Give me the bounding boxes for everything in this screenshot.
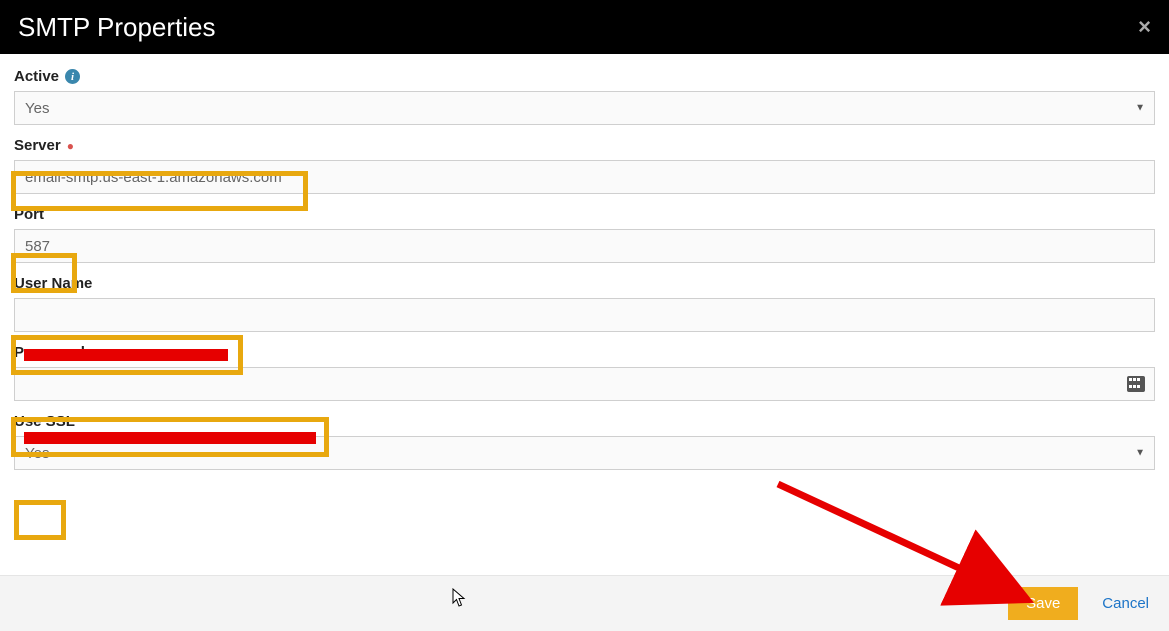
select-usessl[interactable] <box>14 436 1155 470</box>
label-usessl: Use SSL <box>14 413 1155 430</box>
label-username-text: User Name <box>14 275 92 292</box>
label-password-text: Password <box>14 344 85 361</box>
dialog-titlebar: SMTP Properties × <box>0 0 1169 54</box>
input-server[interactable] <box>14 160 1155 194</box>
close-icon[interactable]: × <box>1138 14 1151 40</box>
label-server: Server ● <box>14 137 1155 154</box>
info-icon[interactable]: i <box>65 69 80 84</box>
password-row <box>14 367 1155 401</box>
field-password: Password <box>14 344 1155 401</box>
label-server-text: Server <box>14 137 61 154</box>
label-username: User Name <box>14 275 1155 292</box>
label-usessl-text: Use SSL <box>14 413 75 430</box>
input-port[interactable] <box>14 229 1155 263</box>
dialog-body: Active i ▼ Server ● Port User Name Passw… <box>0 54 1169 470</box>
field-active: Active i ▼ <box>14 68 1155 125</box>
keypad-icon[interactable] <box>1127 376 1145 392</box>
field-username: User Name <box>14 275 1155 332</box>
input-password[interactable] <box>14 367 1155 401</box>
label-password: Password <box>14 344 1155 361</box>
cancel-button[interactable]: Cancel <box>1102 595 1149 612</box>
save-button[interactable]: Save <box>1008 587 1078 620</box>
label-port: Port <box>14 206 1155 223</box>
required-icon: ● <box>67 140 74 152</box>
input-username[interactable] <box>14 298 1155 332</box>
field-port: Port <box>14 206 1155 263</box>
field-server: Server ● <box>14 137 1155 194</box>
dialog-title: SMTP Properties <box>18 12 215 43</box>
label-port-text: Port <box>14 206 44 223</box>
dialog-footer: Save Cancel <box>0 575 1169 631</box>
label-active: Active i <box>14 68 1155 85</box>
select-active[interactable] <box>14 91 1155 125</box>
select-usessl-wrap: ▼ <box>14 436 1155 470</box>
select-active-wrap: ▼ <box>14 91 1155 125</box>
label-active-text: Active <box>14 68 59 85</box>
highlight-usessl <box>14 500 66 540</box>
field-usessl: Use SSL ▼ <box>14 413 1155 470</box>
